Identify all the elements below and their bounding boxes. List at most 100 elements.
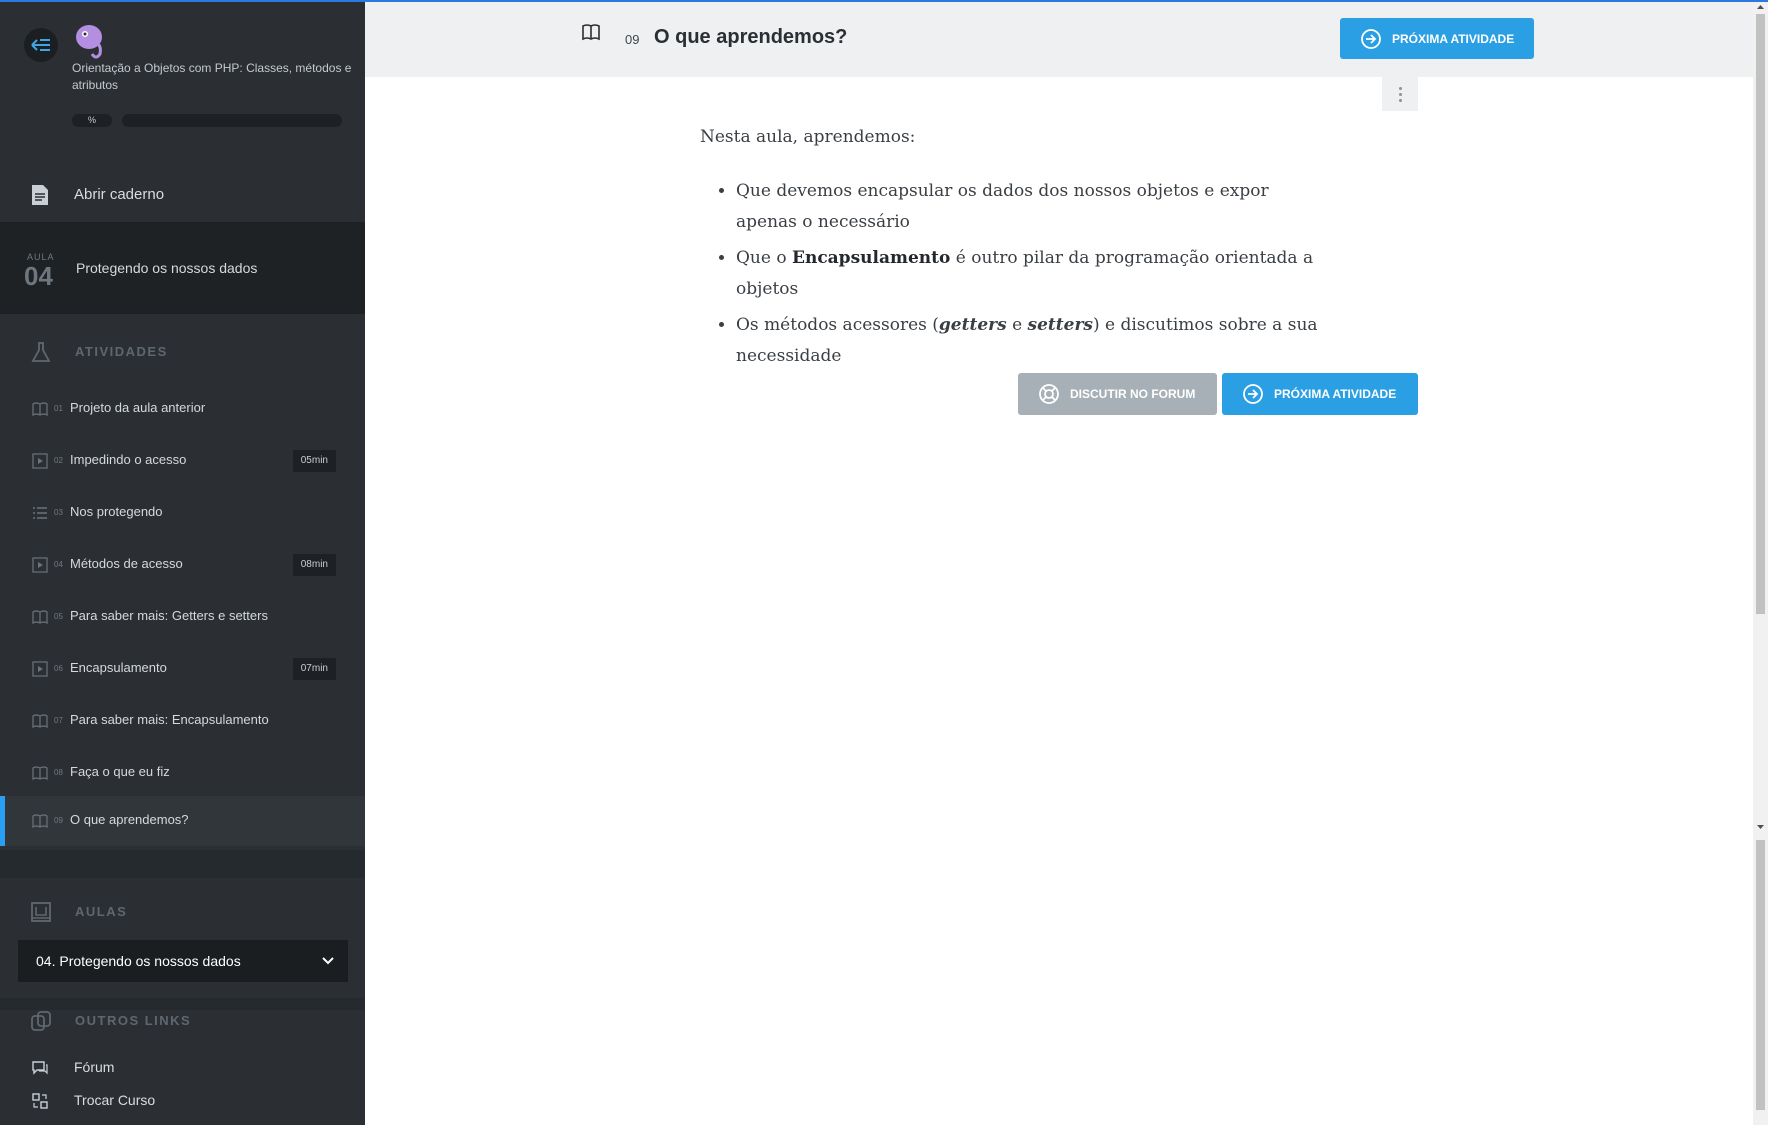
activity-item-08[interactable]: 08 Faça o que eu fiz	[0, 748, 365, 796]
sidebar-divider	[0, 850, 365, 878]
list-item: Que o Encapsulamento é outro pilar da pr…	[736, 243, 1320, 305]
sidebar-header: Orientação a Objetos com PHP: Classes, m…	[0, 0, 365, 150]
forum-link[interactable]: Fórum	[0, 1053, 365, 1083]
open-notebook-link[interactable]: Abrir caderno	[0, 168, 365, 222]
chevron-down-icon	[322, 940, 336, 982]
aulas-header-label: AULAS	[75, 904, 128, 919]
activity-label: Faça o que eu fiz	[70, 764, 170, 779]
aulas-header: AULAS	[0, 897, 365, 927]
more-options-button[interactable]	[1382, 77, 1418, 111]
course-title: Orientação a Objetos com PHP: Classes, m…	[72, 61, 352, 92]
activity-item-03[interactable]: 03 Nos protegendo	[0, 488, 365, 540]
open-notebook-label: Abrir caderno	[74, 186, 165, 203]
duration-badge: 05min	[292, 450, 336, 472]
item-text: Os métodos acessores (	[736, 315, 939, 335]
book-icon	[32, 766, 48, 781]
scroll-down-arrow-icon[interactable]	[1756, 822, 1765, 832]
item-italic: getters	[938, 315, 1007, 335]
list-item: Os métodos acessores (getters e setters)…	[736, 310, 1320, 372]
item-text: Que devemos encapsular os dados dos noss…	[736, 181, 1269, 232]
back-button[interactable]	[24, 28, 58, 62]
lesson-select[interactable]: 04. Protegendo os nossos dados	[18, 940, 348, 982]
forum-link-label: Fórum	[74, 1059, 115, 1075]
lesson-number: 04	[24, 261, 53, 291]
current-lesson: AULA 04 Protegendo os nossos dados	[0, 222, 365, 314]
sidebar: Orientação a Objetos com PHP: Classes, m…	[0, 0, 365, 1125]
activity-item-07[interactable]: 07 Para saber mais: Encapsulamento	[0, 696, 365, 748]
page-title: O que aprendemos?	[654, 26, 848, 48]
content-intro: Nesta aula, aprendemos:	[700, 127, 916, 147]
item-italic: setters	[1027, 315, 1093, 335]
item-text: Que o	[736, 248, 792, 268]
discuss-forum-button[interactable]: DISCUTIR NO FORUM	[1018, 373, 1217, 415]
top-accent-line	[0, 0, 1768, 2]
activity-item-02[interactable]: 02 Impedindo o acesso 05min	[0, 436, 365, 488]
activity-item-09[interactable]: 09 O que aprendemos?	[0, 796, 365, 846]
progress-bar	[122, 114, 342, 127]
activity-number: 05	[54, 612, 63, 621]
activity-label: Métodos de acesso	[70, 556, 183, 571]
dot	[1398, 92, 1402, 96]
activity-list: 01 Projeto da aula anterior 02 Impedindo…	[0, 384, 365, 846]
activity-number: 02	[54, 456, 63, 465]
activity-label: Impedindo o acesso	[70, 452, 187, 467]
duration-badge: 07min	[292, 658, 336, 680]
arrow-right-circle-icon	[1243, 384, 1263, 404]
scroll-up-arrow-icon[interactable]	[1756, 2, 1765, 12]
activity-item-04[interactable]: 04 Métodos de acesso 08min	[0, 540, 365, 592]
activity-number: 08	[54, 768, 63, 777]
scrollbar-thumb-secondary[interactable]	[1756, 840, 1765, 1110]
discuss-forum-label: DISCUTIR NO FORUM	[1070, 387, 1196, 401]
book-icon	[32, 610, 48, 625]
book-icon	[32, 714, 48, 729]
activity-label: Nos protegendo	[70, 504, 163, 519]
video-icon	[32, 661, 48, 677]
switch-icon	[32, 1093, 48, 1109]
switch-course-link-label: Trocar Curso	[74, 1092, 156, 1108]
links-icon	[31, 1011, 51, 1031]
book-icon	[582, 24, 600, 41]
activity-label: Encapsulamento	[70, 660, 167, 675]
activity-header: 09 O que aprendemos? PRÓXIMA ATIVIDADE	[365, 2, 1753, 77]
next-activity-button-top[interactable]: PRÓXIMA ATIVIDADE	[1340, 18, 1534, 59]
item-text: e	[1006, 315, 1028, 335]
flask-icon	[31, 342, 51, 362]
dot	[1398, 98, 1402, 102]
book-stack-icon	[31, 902, 51, 922]
duration-badge: 08min	[292, 554, 336, 576]
activity-content: Nesta aula, aprendemos: Que devemos enca…	[700, 122, 1320, 377]
activity-number: 06	[54, 664, 63, 673]
video-icon	[32, 453, 48, 469]
item-bold: Encapsulamento	[792, 248, 951, 268]
lesson-select-value: 04. Protegendo os nossos dados	[36, 953, 241, 969]
activity-label: Para saber mais: Encapsulamento	[70, 712, 269, 727]
scrollbar-thumb[interactable]	[1756, 14, 1765, 614]
lifebuoy-icon	[1039, 384, 1059, 404]
outros-links-header: OUTROS LINKS	[0, 1006, 365, 1036]
more-options-icon	[1398, 86, 1402, 90]
book-icon	[32, 814, 48, 829]
learning-list: Que devemos encapsular os dados dos noss…	[700, 176, 1320, 372]
page-scrollbar[interactable]	[1753, 0, 1768, 1125]
activities-header: ATIVIDADES	[0, 337, 365, 367]
php-elephant-logo-icon	[76, 25, 102, 59]
activity-number: 09	[625, 32, 640, 47]
list-icon	[33, 507, 47, 519]
activity-number: 09	[54, 816, 63, 825]
document-icon	[32, 185, 48, 205]
activity-number: 04	[54, 560, 63, 569]
arrow-left-menu-icon	[31, 39, 50, 51]
switch-course-link[interactable]: Trocar Curso	[0, 1086, 365, 1116]
activities-header-label: ATIVIDADES	[75, 344, 168, 359]
chat-icon	[32, 1061, 48, 1075]
next-activity-button[interactable]: PRÓXIMA ATIVIDADE	[1222, 373, 1418, 415]
next-activity-label: PRÓXIMA ATIVIDADE	[1274, 387, 1397, 401]
activity-item-01[interactable]: 01 Projeto da aula anterior	[0, 384, 365, 436]
activity-item-06[interactable]: 06 Encapsulamento 07min	[0, 644, 365, 696]
progress-percent: %	[72, 114, 112, 127]
list-item: Que devemos encapsular os dados dos noss…	[736, 176, 1320, 238]
content-actions: DISCUTIR NO FORUM PRÓXIMA ATIVIDADE	[1018, 373, 1418, 415]
activity-item-05[interactable]: 05 Para saber mais: Getters e setters	[0, 592, 365, 644]
lesson-title: Protegendo os nossos dados	[76, 260, 258, 276]
next-activity-label: PRÓXIMA ATIVIDADE	[1392, 31, 1515, 46]
